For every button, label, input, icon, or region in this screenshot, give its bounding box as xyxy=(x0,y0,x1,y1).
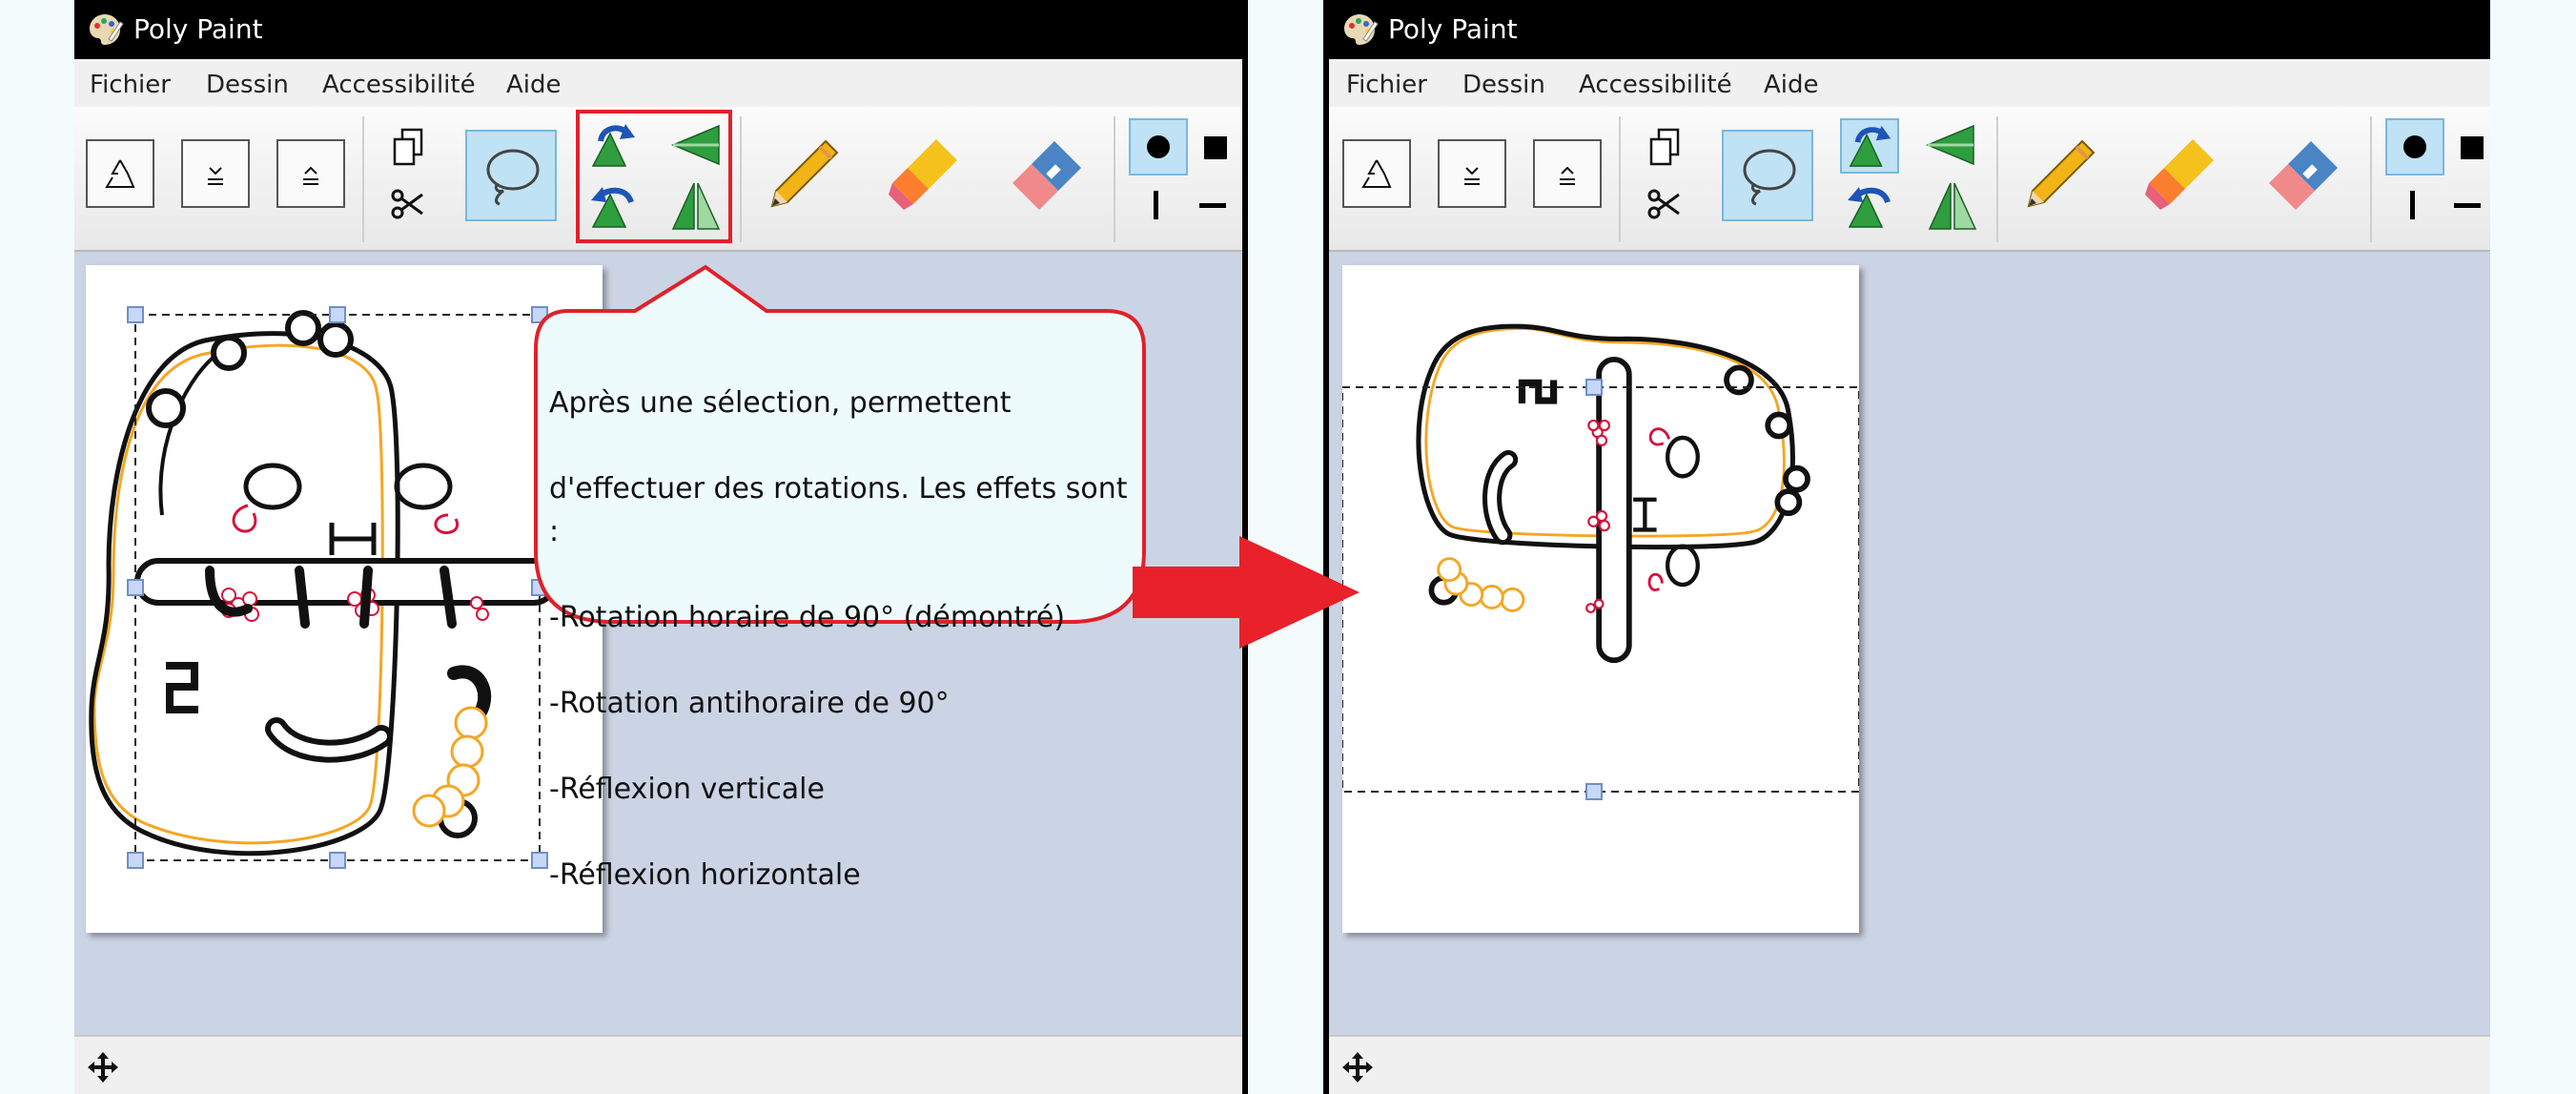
scissors-icon[interactable] xyxy=(389,185,427,223)
callout-line: -Rotation antihoraire de 90° xyxy=(549,687,950,720)
menu-accessibility[interactable]: Accessibilité xyxy=(1579,59,1732,111)
menu-bar: Fichier Dessin Accessibilité Aide xyxy=(1329,59,2490,107)
right-window: Poly Paint Fichier Dessin Accessibilité … xyxy=(1329,0,2490,1094)
square-tip-icon[interactable] xyxy=(2460,135,2484,160)
lasso-select-button[interactable] xyxy=(465,130,557,221)
app-title: Poly Paint xyxy=(1388,13,1518,45)
reset-button[interactable] xyxy=(86,139,154,208)
recycle-icon xyxy=(1358,155,1396,193)
menu-help[interactable]: Aide xyxy=(506,59,562,111)
pencil-icon[interactable] xyxy=(763,135,843,216)
menu-help[interactable]: Aide xyxy=(1764,59,1819,111)
separator xyxy=(2370,116,2372,242)
round-tip-button[interactable] xyxy=(2385,118,2444,175)
highlighter-icon[interactable] xyxy=(2137,135,2219,216)
lasso-select-button[interactable] xyxy=(1722,130,1813,221)
drawing-canvas[interactable] xyxy=(86,265,603,933)
menu-draw[interactable]: Dessin xyxy=(1462,59,1545,111)
recycle-icon xyxy=(101,155,139,193)
send-backward-icon xyxy=(1457,158,1487,189)
callout-line: -Rotation horaire de 90° (démontré) xyxy=(549,601,1066,634)
lasso-icon xyxy=(1733,141,1802,210)
rotate-clockwise-icon xyxy=(1845,122,1896,170)
callout-line: -Réflexion verticale xyxy=(549,773,825,806)
callout-text: Après une sélection, permettent d'effect… xyxy=(549,339,1140,939)
vertical-tip-icon[interactable] xyxy=(2408,191,2418,219)
square-tip-icon[interactable] xyxy=(1203,135,1228,160)
eraser-icon[interactable] xyxy=(1005,135,1087,216)
callout-line: Après une sélection, permettent xyxy=(549,386,1012,420)
palette-icon xyxy=(1340,10,1379,49)
rotate-counterclockwise-icon[interactable] xyxy=(1922,122,1979,168)
title-bar: Poly Paint xyxy=(74,0,1245,59)
toolbar xyxy=(1329,107,2490,252)
bring-forward-button[interactable] xyxy=(1533,139,1602,208)
bring-forward-button[interactable] xyxy=(276,139,345,208)
title-bar: Poly Paint xyxy=(1329,0,2490,59)
menu-bar: Fichier Dessin Accessibilité Aide xyxy=(74,59,1245,107)
menu-file[interactable]: Fichier xyxy=(1346,59,1427,111)
callout-line: -Réflexion horizontale xyxy=(549,858,861,892)
send-backward-icon xyxy=(200,158,231,189)
highlighter-icon[interactable] xyxy=(881,135,963,216)
vertical-tip-icon[interactable] xyxy=(1152,191,1161,219)
drawing-canvas[interactable] xyxy=(1342,265,1859,933)
move-icon[interactable] xyxy=(1340,1050,1375,1084)
round-tip-icon xyxy=(2402,134,2427,159)
separator xyxy=(740,116,742,242)
bring-forward-icon xyxy=(296,158,326,189)
status-bar xyxy=(1329,1035,2490,1094)
palette-icon xyxy=(86,10,124,49)
move-icon[interactable] xyxy=(86,1050,120,1084)
horizontal-tip-icon[interactable] xyxy=(2454,202,2481,210)
send-backward-button[interactable] xyxy=(1438,139,1506,208)
copy-icon[interactable] xyxy=(1646,126,1684,168)
horizontal-tip-icon[interactable] xyxy=(1199,202,1226,210)
pencil-icon[interactable] xyxy=(2019,135,2099,216)
separator xyxy=(1996,116,1998,242)
bring-forward-icon xyxy=(1552,158,1583,189)
round-tip-button[interactable] xyxy=(1129,118,1188,175)
round-tip-icon xyxy=(1146,134,1171,159)
canvas-area xyxy=(1329,252,2490,1035)
separator xyxy=(362,116,364,242)
lasso-icon xyxy=(477,141,545,210)
scissors-icon[interactable] xyxy=(1646,185,1684,223)
rotation-tools-highlight xyxy=(576,110,732,243)
menu-draw[interactable]: Dessin xyxy=(206,59,289,111)
callout-line: d'effectuer des rotations. Les effets so… xyxy=(549,472,1128,548)
eraser-icon[interactable] xyxy=(2261,135,2343,216)
separator xyxy=(1114,116,1115,242)
menu-file[interactable]: Fichier xyxy=(90,59,171,111)
flip-vertical-icon[interactable] xyxy=(1842,181,1899,231)
menu-accessibility[interactable]: Accessibilité xyxy=(322,59,476,111)
arrow-right-icon xyxy=(1133,536,1360,649)
send-backward-button[interactable] xyxy=(181,139,250,208)
separator xyxy=(1619,116,1621,242)
status-bar xyxy=(74,1035,1245,1094)
reset-button[interactable] xyxy=(1342,139,1411,208)
copy-icon[interactable] xyxy=(389,126,427,168)
flip-horizontal-icon[interactable] xyxy=(1926,179,1979,233)
rotate-clockwise-button[interactable] xyxy=(1840,118,1899,174)
app-title: Poly Paint xyxy=(133,13,263,45)
